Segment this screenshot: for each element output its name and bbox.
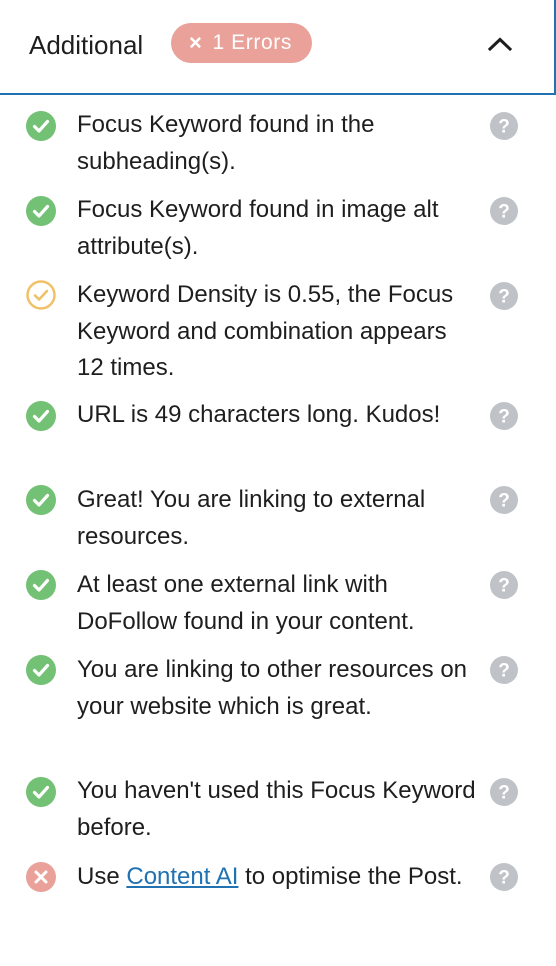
question-circle-icon[interactable]: ? (490, 863, 518, 891)
check-text: Keyword Density is 0.55, the Focus Keywo… (77, 281, 454, 381)
svg-text:?: ? (498, 491, 510, 512)
check-circle-icon (26, 655, 56, 685)
section-title: Additional (29, 30, 144, 60)
check-text: Use Content AI to optimise the Post. (77, 859, 477, 896)
check-text: Focus Keyword found in the subheading(s)… (77, 111, 375, 175)
check-circle-icon (26, 777, 56, 807)
svg-text:?: ? (498, 287, 510, 308)
svg-text:?: ? (498, 783, 510, 804)
warning-circle-icon (26, 280, 56, 310)
svg-text:?: ? (498, 202, 510, 223)
question-circle-icon[interactable]: ? (490, 571, 518, 599)
question-circle-icon[interactable]: ? (490, 197, 518, 225)
check-circle-icon (26, 111, 56, 141)
question-circle-icon[interactable]: ? (490, 486, 518, 514)
check-text-before: Use (77, 863, 120, 890)
question-circle-icon[interactable]: ? (490, 282, 518, 310)
content-ai-link[interactable]: Content AI (126, 863, 238, 890)
question-circle-icon[interactable]: ? (490, 112, 518, 140)
check-text: Focus Keyword found in image alt attribu… (77, 196, 439, 260)
x-icon: × (189, 30, 203, 55)
check-text: Great! You are linking to external resou… (77, 486, 426, 550)
chevron-up-icon (487, 37, 513, 52)
check-circle-icon (26, 196, 56, 226)
check-text-after: to optimise the Post. (245, 863, 463, 890)
collapse-toggle-button[interactable] (482, 28, 518, 60)
check-text: URL is 49 characters long. Kudos! (77, 401, 441, 428)
error-count-badge: × 1 Errors (171, 23, 312, 63)
check-circle-icon (26, 570, 56, 600)
check-circle-icon (26, 401, 56, 431)
error-count-label: 1 Errors (212, 31, 292, 54)
additional-section-header[interactable]: Additional × 1 Errors (0, 0, 556, 95)
svg-text:?: ? (498, 407, 510, 428)
check-text: You haven't used this Focus Keyword befo… (77, 777, 476, 841)
question-circle-icon[interactable]: ? (490, 402, 518, 430)
svg-text:?: ? (498, 576, 510, 597)
svg-text:?: ? (498, 661, 510, 682)
svg-text:?: ? (498, 868, 510, 889)
question-circle-icon[interactable]: ? (490, 778, 518, 806)
svg-text:?: ? (498, 117, 510, 138)
error-circle-icon (26, 862, 56, 892)
seo-checks-panel: Additional × 1 Errors Focus Keyword foun… (0, 0, 556, 966)
check-text: You are linking to other resources on yo… (77, 656, 468, 720)
question-circle-icon[interactable]: ? (490, 656, 518, 684)
check-text: At least one external link with DoFollow… (77, 571, 415, 635)
check-circle-icon (26, 485, 56, 515)
